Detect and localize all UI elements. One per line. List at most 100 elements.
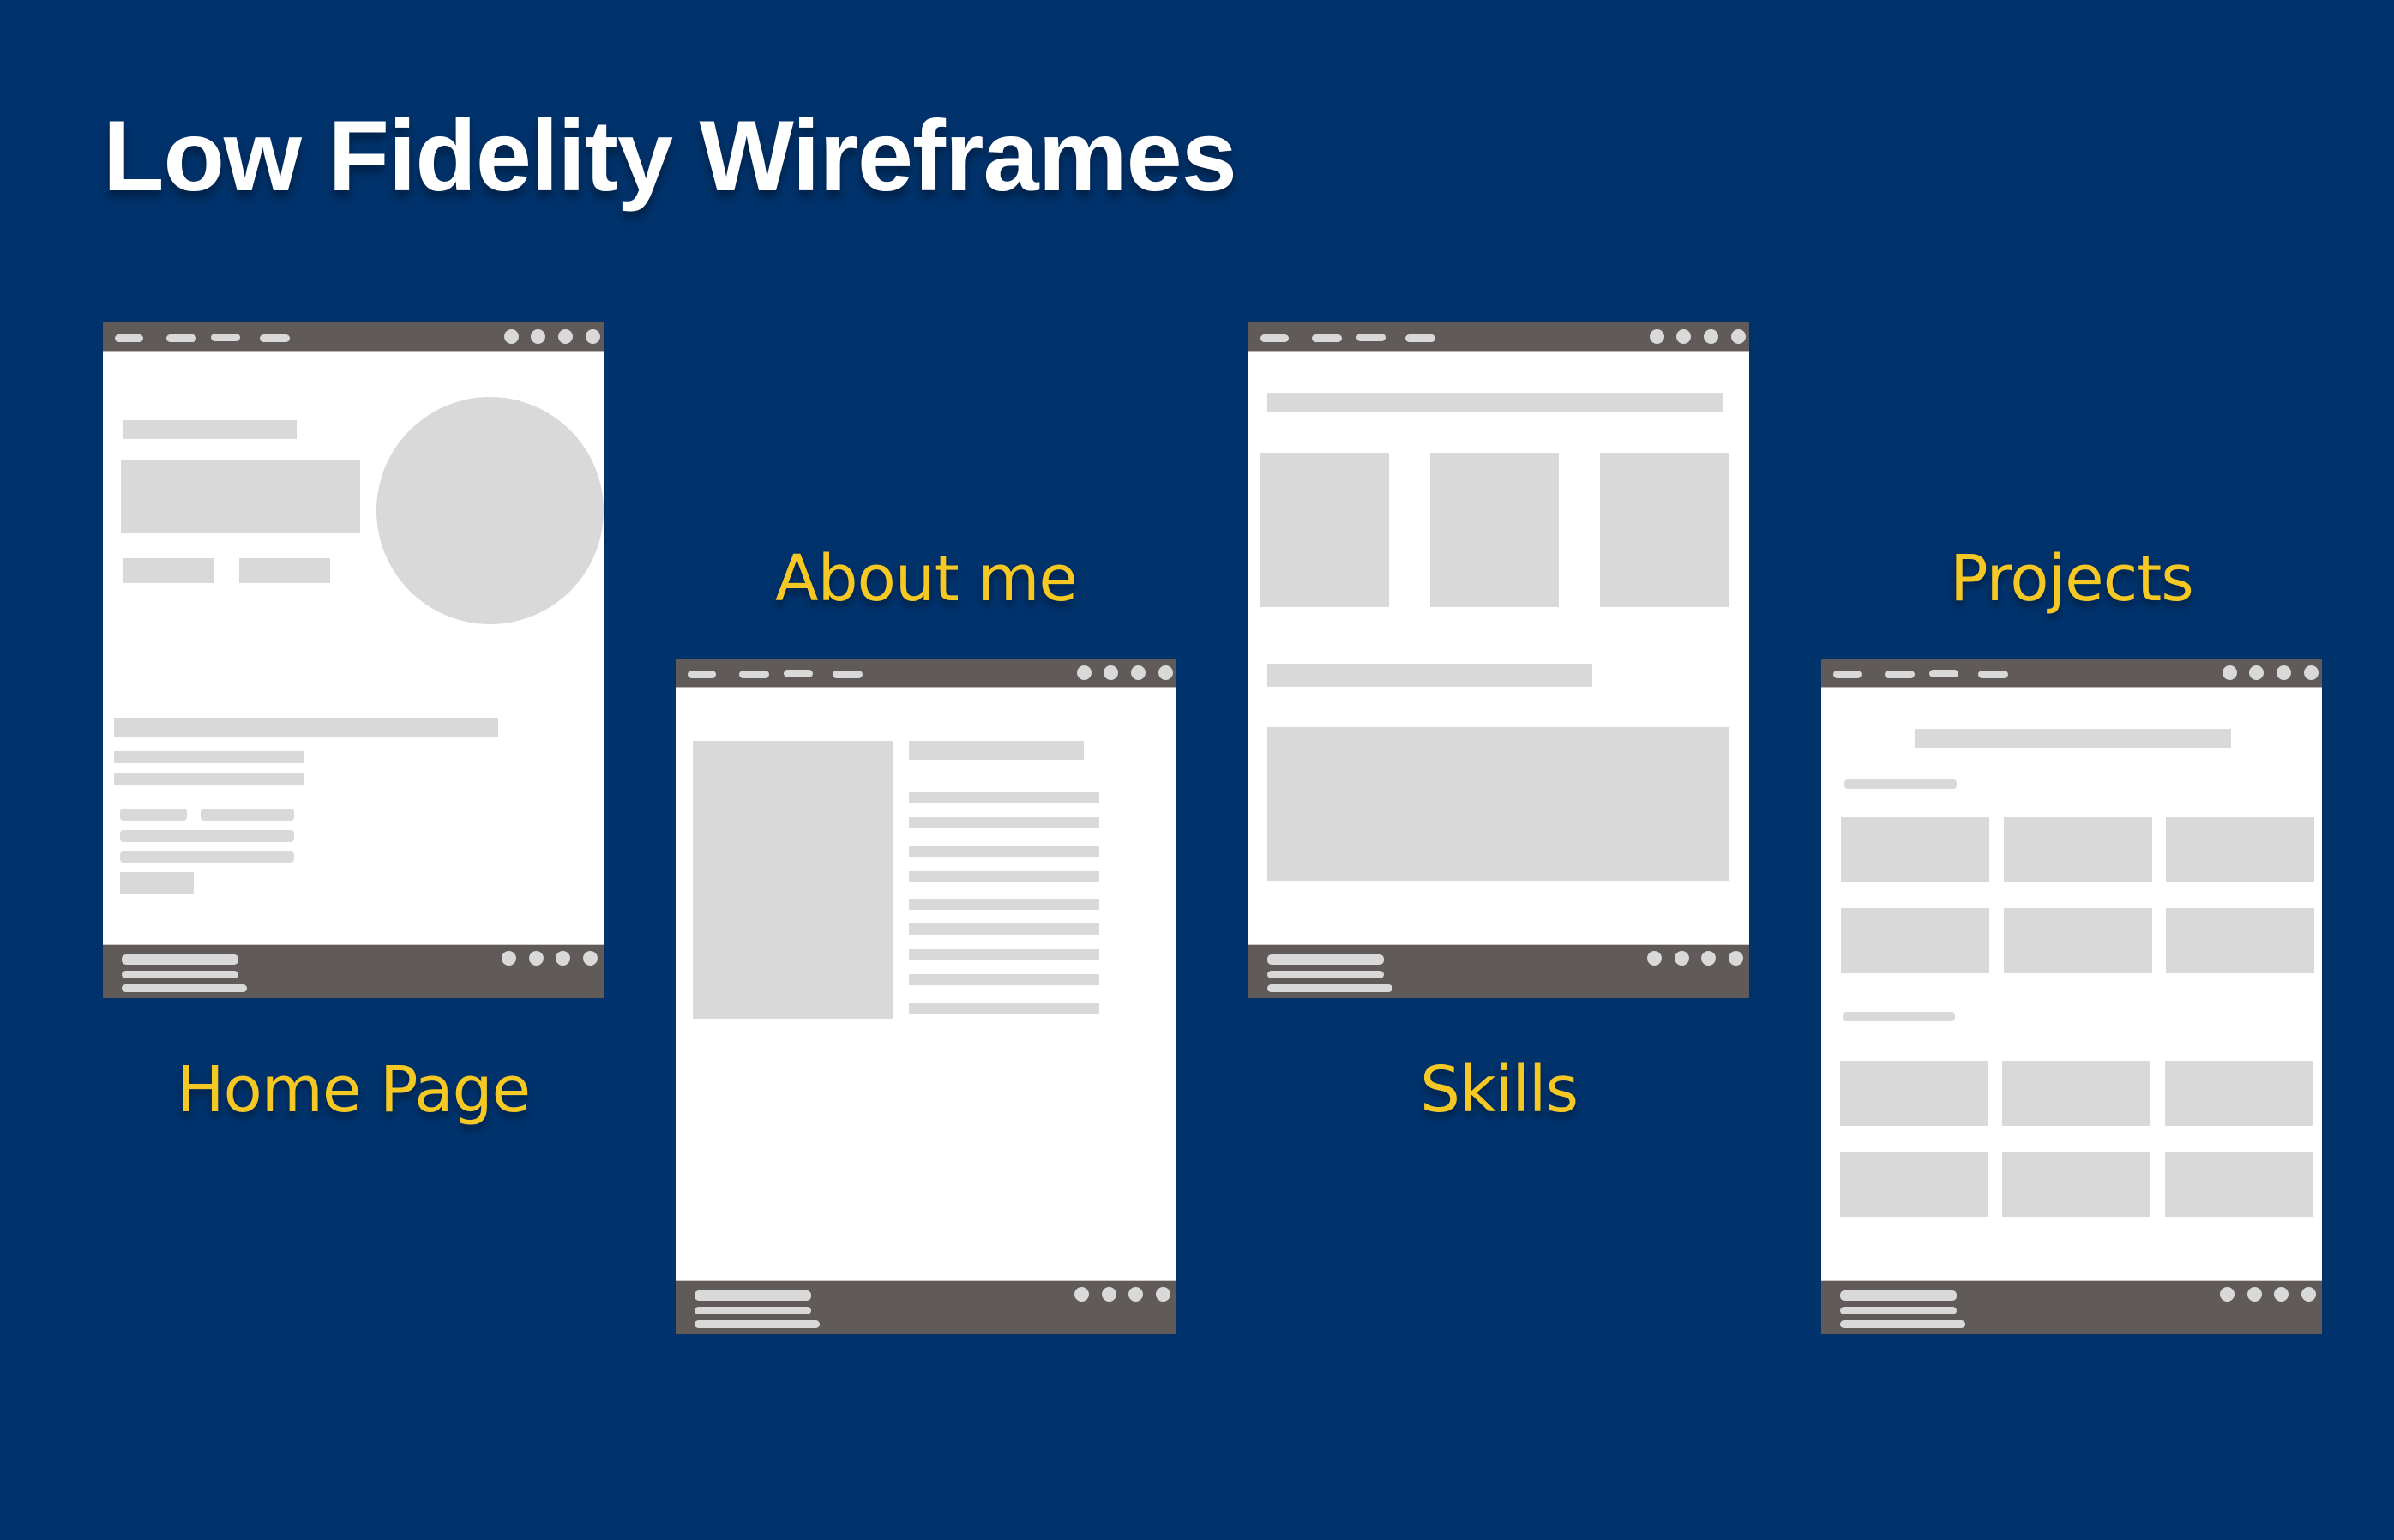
hero-button-placeholder (239, 558, 330, 583)
project-card-placeholder (2166, 817, 2314, 882)
text-line-placeholder (114, 751, 304, 763)
header-icon-placeholder[interactable] (2249, 665, 2264, 680)
nav-link-placeholder[interactable] (1929, 670, 1958, 677)
footer-bar (676, 1280, 1176, 1334)
nav-bar (676, 659, 1176, 688)
about-image-placeholder (693, 741, 893, 1019)
project-card-placeholder (2002, 1152, 2150, 1217)
text-line-placeholder (909, 792, 1099, 803)
social-icon-placeholder[interactable] (1675, 951, 1689, 966)
category-label-placeholder (1843, 1012, 1955, 1021)
social-icon-placeholder[interactable] (1156, 1287, 1170, 1302)
header-icon-placeholder[interactable] (586, 329, 600, 344)
social-icon-placeholder[interactable] (502, 951, 516, 966)
nav-link-placeholder[interactable] (211, 334, 240, 341)
wireframe-label-home: Home Page (176, 1053, 531, 1127)
footer-bar (1821, 1280, 2322, 1334)
nav-link-placeholder[interactable] (1312, 334, 1342, 342)
social-icon-placeholder[interactable] (583, 951, 598, 966)
text-line-placeholder (909, 923, 1099, 935)
nav-link-placeholder[interactable] (784, 670, 813, 677)
footer-text-placeholder (1267, 954, 1384, 965)
text-line-placeholder (909, 846, 1099, 857)
text-line-placeholder (201, 809, 294, 821)
social-icon-placeholder[interactable] (1128, 1287, 1143, 1302)
project-card-placeholder (2165, 1152, 2313, 1217)
header-icon-placeholder[interactable] (1158, 665, 1173, 680)
header-icon-placeholder[interactable] (2223, 665, 2237, 680)
footer-bar (103, 944, 604, 998)
projects-heading-placeholder (1915, 729, 2231, 748)
footer-text-placeholder (1267, 984, 1392, 992)
nav-link-placeholder[interactable] (1833, 671, 1862, 678)
header-icon-placeholder[interactable] (1650, 329, 1664, 344)
wireframe-home (103, 322, 604, 998)
button-placeholder (120, 872, 194, 894)
header-icon-placeholder[interactable] (1676, 329, 1691, 344)
header-icon-placeholder[interactable] (531, 329, 545, 344)
header-icon-placeholder[interactable] (2277, 665, 2291, 680)
header-icon-placeholder[interactable] (1104, 665, 1118, 680)
social-icon-placeholder[interactable] (529, 951, 544, 966)
social-icon-placeholder[interactable] (1074, 1287, 1089, 1302)
header-icon-placeholder[interactable] (2304, 665, 2319, 680)
project-card-placeholder (2166, 908, 2314, 973)
project-card-placeholder (1840, 1152, 1988, 1217)
header-icon-placeholder[interactable] (1077, 665, 1092, 680)
project-card-placeholder (2004, 908, 2152, 973)
project-card-placeholder (2004, 817, 2152, 882)
profile-image-placeholder (376, 397, 604, 624)
text-line-placeholder (120, 809, 187, 821)
nav-link-placeholder[interactable] (1260, 334, 1289, 342)
text-line-placeholder (120, 851, 294, 863)
social-icon-placeholder[interactable] (1102, 1287, 1116, 1302)
wireframe-projects (1821, 659, 2322, 1334)
social-icon-placeholder[interactable] (1701, 951, 1716, 966)
footer-text-placeholder (695, 1290, 811, 1301)
social-icon-placeholder[interactable] (2274, 1287, 2289, 1302)
text-line-placeholder (909, 974, 1099, 985)
footer-text-placeholder (1840, 1320, 1965, 1328)
nav-link-placeholder[interactable] (1356, 334, 1386, 341)
wireframe-label-about: About me (775, 542, 1078, 616)
footer-text-placeholder (695, 1320, 820, 1328)
header-icon-placeholder[interactable] (1731, 329, 1746, 344)
social-icon-placeholder[interactable] (1647, 951, 1662, 966)
nav-link-placeholder[interactable] (115, 334, 143, 342)
nav-bar (103, 322, 604, 352)
social-icon-placeholder[interactable] (2247, 1287, 2262, 1302)
subheading-placeholder (1267, 664, 1592, 687)
footer-text-placeholder (1267, 971, 1384, 978)
nav-link-placeholder[interactable] (260, 334, 290, 342)
text-line-placeholder (909, 817, 1099, 828)
footer-text-placeholder (122, 954, 238, 965)
nav-link-placeholder[interactable] (1978, 671, 2008, 678)
header-icon-placeholder[interactable] (1131, 665, 1146, 680)
nav-link-placeholder[interactable] (739, 671, 769, 678)
nav-link-placeholder[interactable] (833, 671, 863, 678)
social-icon-placeholder[interactable] (2301, 1287, 2316, 1302)
nav-link-placeholder[interactable] (1885, 671, 1915, 678)
footer-text-placeholder (695, 1307, 811, 1314)
nav-link-placeholder[interactable] (166, 334, 196, 342)
text-line-placeholder (909, 949, 1099, 960)
footer-text-placeholder (1840, 1307, 1957, 1314)
header-icon-placeholder[interactable] (1704, 329, 1718, 344)
footer-bar (1248, 944, 1749, 998)
page-title: Low Fidelity Wireframes (103, 99, 1237, 212)
nav-link-placeholder[interactable] (688, 671, 716, 678)
project-card-placeholder (1841, 908, 1989, 973)
skill-card-placeholder (1260, 453, 1389, 607)
header-icon-placeholder[interactable] (558, 329, 573, 344)
header-icon-placeholder[interactable] (504, 329, 519, 344)
skill-card-placeholder (1600, 453, 1729, 607)
social-icon-placeholder[interactable] (2220, 1287, 2235, 1302)
project-card-placeholder (2002, 1061, 2150, 1126)
content-block-placeholder (1267, 727, 1729, 881)
social-icon-placeholder[interactable] (1729, 951, 1743, 966)
social-icon-placeholder[interactable] (556, 951, 570, 966)
text-line-placeholder (909, 1003, 1099, 1014)
nav-link-placeholder[interactable] (1405, 334, 1435, 342)
wireframe-label-projects: Projects (1950, 542, 2194, 616)
nav-bar (1821, 659, 2322, 688)
